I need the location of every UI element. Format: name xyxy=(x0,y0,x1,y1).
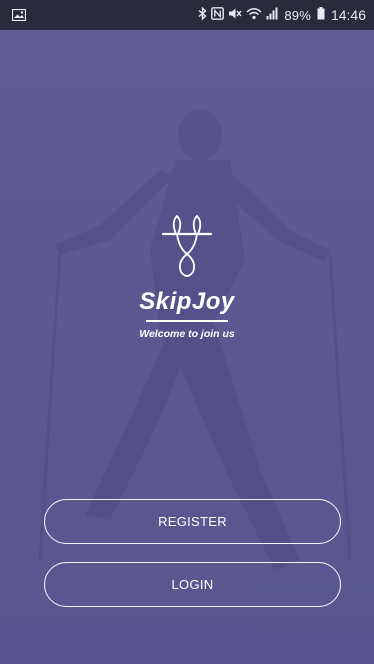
brand-block: SkipJoy Welcome to join us xyxy=(0,200,374,340)
mute-icon xyxy=(228,7,242,23)
bluetooth-icon xyxy=(198,6,207,23)
gallery-icon xyxy=(12,9,26,21)
wifi-icon xyxy=(246,7,262,23)
welcome-tagline: Welcome to join us xyxy=(139,328,235,340)
battery-icon xyxy=(317,7,325,23)
register-button[interactable]: REGISTER xyxy=(44,499,341,544)
jump-rope-icon xyxy=(161,214,213,277)
battery-percentage: 89% xyxy=(284,7,311,23)
app-name: SkipJoy xyxy=(139,288,235,315)
status-bar: 89% 14:46 xyxy=(0,0,374,30)
welcome-screen: 89% 14:46 SkipJoy Welcome to join us REG… xyxy=(0,0,374,664)
nfc-icon xyxy=(211,7,225,23)
app-name-underline xyxy=(146,320,228,322)
login-button[interactable]: LOGIN xyxy=(44,562,341,607)
status-clock: 14:46 xyxy=(330,7,366,23)
signal-icon xyxy=(266,7,278,23)
